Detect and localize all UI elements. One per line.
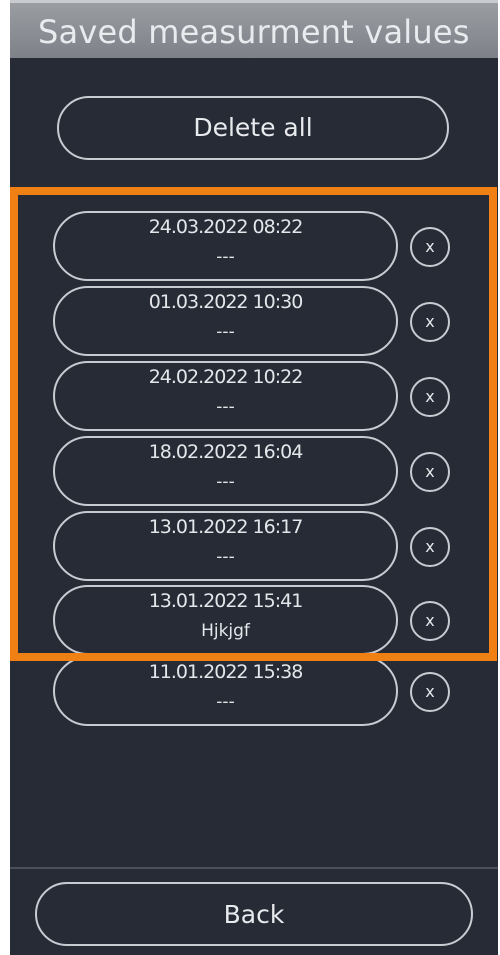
selection-highlight-frame — [10, 187, 497, 661]
title-bar: Saved measurment values — [10, 0, 498, 58]
delete-all-label: Delete all — [193, 113, 313, 142]
saved-values-screen: Saved measurment values Delete all 24.03… — [10, 0, 498, 955]
back-button[interactable]: Back — [35, 882, 473, 946]
page-title: Saved measurment values — [38, 13, 470, 51]
back-label: Back — [223, 900, 285, 929]
entry-item[interactable]: 11.01.2022 15:38 --- — [53, 656, 398, 726]
delete-entry-icon[interactable]: x — [410, 672, 450, 712]
entry-note: --- — [216, 692, 235, 712]
delete-all-button[interactable]: Delete all — [57, 96, 449, 160]
footer-divider — [10, 867, 498, 869]
entry-date: 11.01.2022 15:38 — [148, 661, 304, 683]
